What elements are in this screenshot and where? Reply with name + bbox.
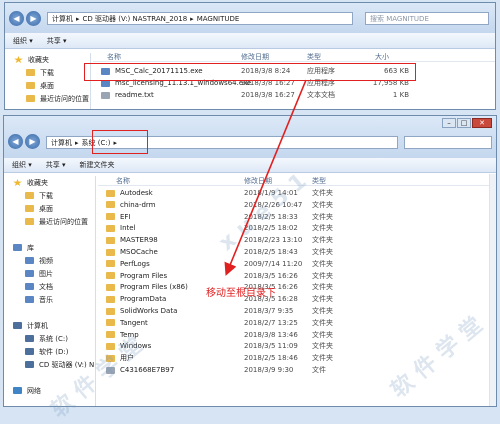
annotation-text: 移动至根目录下 [206, 288, 276, 299]
move-arrow [224, 79, 307, 276]
